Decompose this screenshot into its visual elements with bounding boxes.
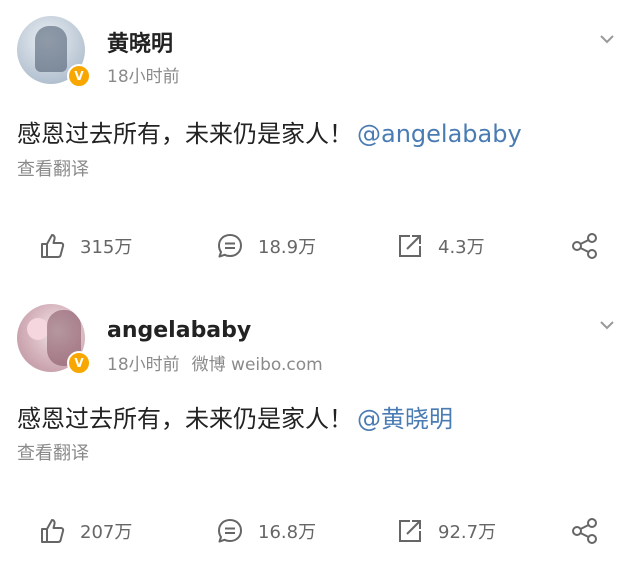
verified-badge-icon: V (67, 64, 91, 88)
post-card: V 黄晓明 18小时前 感恩过去所有，未来仍是家人！ @angelababy 查看… (0, 0, 640, 282)
like-icon (41, 519, 65, 543)
post-time: 18小时前 (107, 355, 180, 375)
like-icon (41, 234, 65, 258)
repost-icon (399, 520, 421, 542)
chevron-down-icon[interactable] (600, 32, 614, 46)
comment-button[interactable]: 18.9万 (216, 226, 316, 266)
share-icon (572, 233, 597, 259)
mention-link[interactable]: @黄晓明 (357, 405, 453, 433)
post-card: V angelababy 18小时前 微博 weibo.com 感恩过去所有，未来… (0, 282, 640, 564)
like-button[interactable]: 207万 (38, 511, 132, 551)
comment-button[interactable]: 16.8万 (216, 511, 316, 551)
like-count: 315万 (80, 237, 133, 258)
mention-link[interactable]: @angelababy (357, 120, 522, 148)
share-button[interactable] (570, 226, 600, 266)
repost-count: 4.3万 (438, 237, 485, 258)
like-count: 207万 (80, 522, 133, 543)
username[interactable]: angelababy (107, 318, 251, 343)
post-meta: 18小时前 (107, 62, 180, 87)
verified-badge-icon: V (67, 351, 91, 375)
like-button[interactable]: 315万 (38, 226, 132, 266)
chevron-down-icon[interactable] (600, 318, 614, 332)
repost-button[interactable]: 92.7万 (396, 511, 496, 551)
post-text: 感恩过去所有，未来仍是家人！ @angelababy (17, 120, 522, 148)
post-text: 感恩过去所有，未来仍是家人！ @黄晓明 (17, 405, 453, 433)
translate-link[interactable]: 查看翻译 (17, 439, 89, 465)
comment-icon (218, 519, 242, 543)
repost-button[interactable]: 4.3万 (396, 226, 485, 266)
username[interactable]: 黄晓明 (107, 26, 173, 58)
share-button[interactable] (570, 511, 600, 551)
comment-icon (218, 234, 242, 258)
comment-count: 16.8万 (258, 522, 317, 543)
comment-count: 18.9万 (258, 237, 317, 258)
translate-link[interactable]: 查看翻译 (17, 155, 89, 181)
repost-count: 92.7万 (438, 522, 497, 543)
repost-icon (399, 235, 421, 257)
action-bar: 315万 18.9万 4.3万 (0, 226, 640, 266)
share-icon (572, 518, 597, 544)
post-meta: 18小时前 微博 weibo.com (107, 350, 323, 375)
action-bar: 207万 16.8万 92.7万 (0, 511, 640, 551)
post-time: 18小时前 (107, 67, 180, 87)
post-source: 微博 weibo.com (191, 355, 323, 375)
